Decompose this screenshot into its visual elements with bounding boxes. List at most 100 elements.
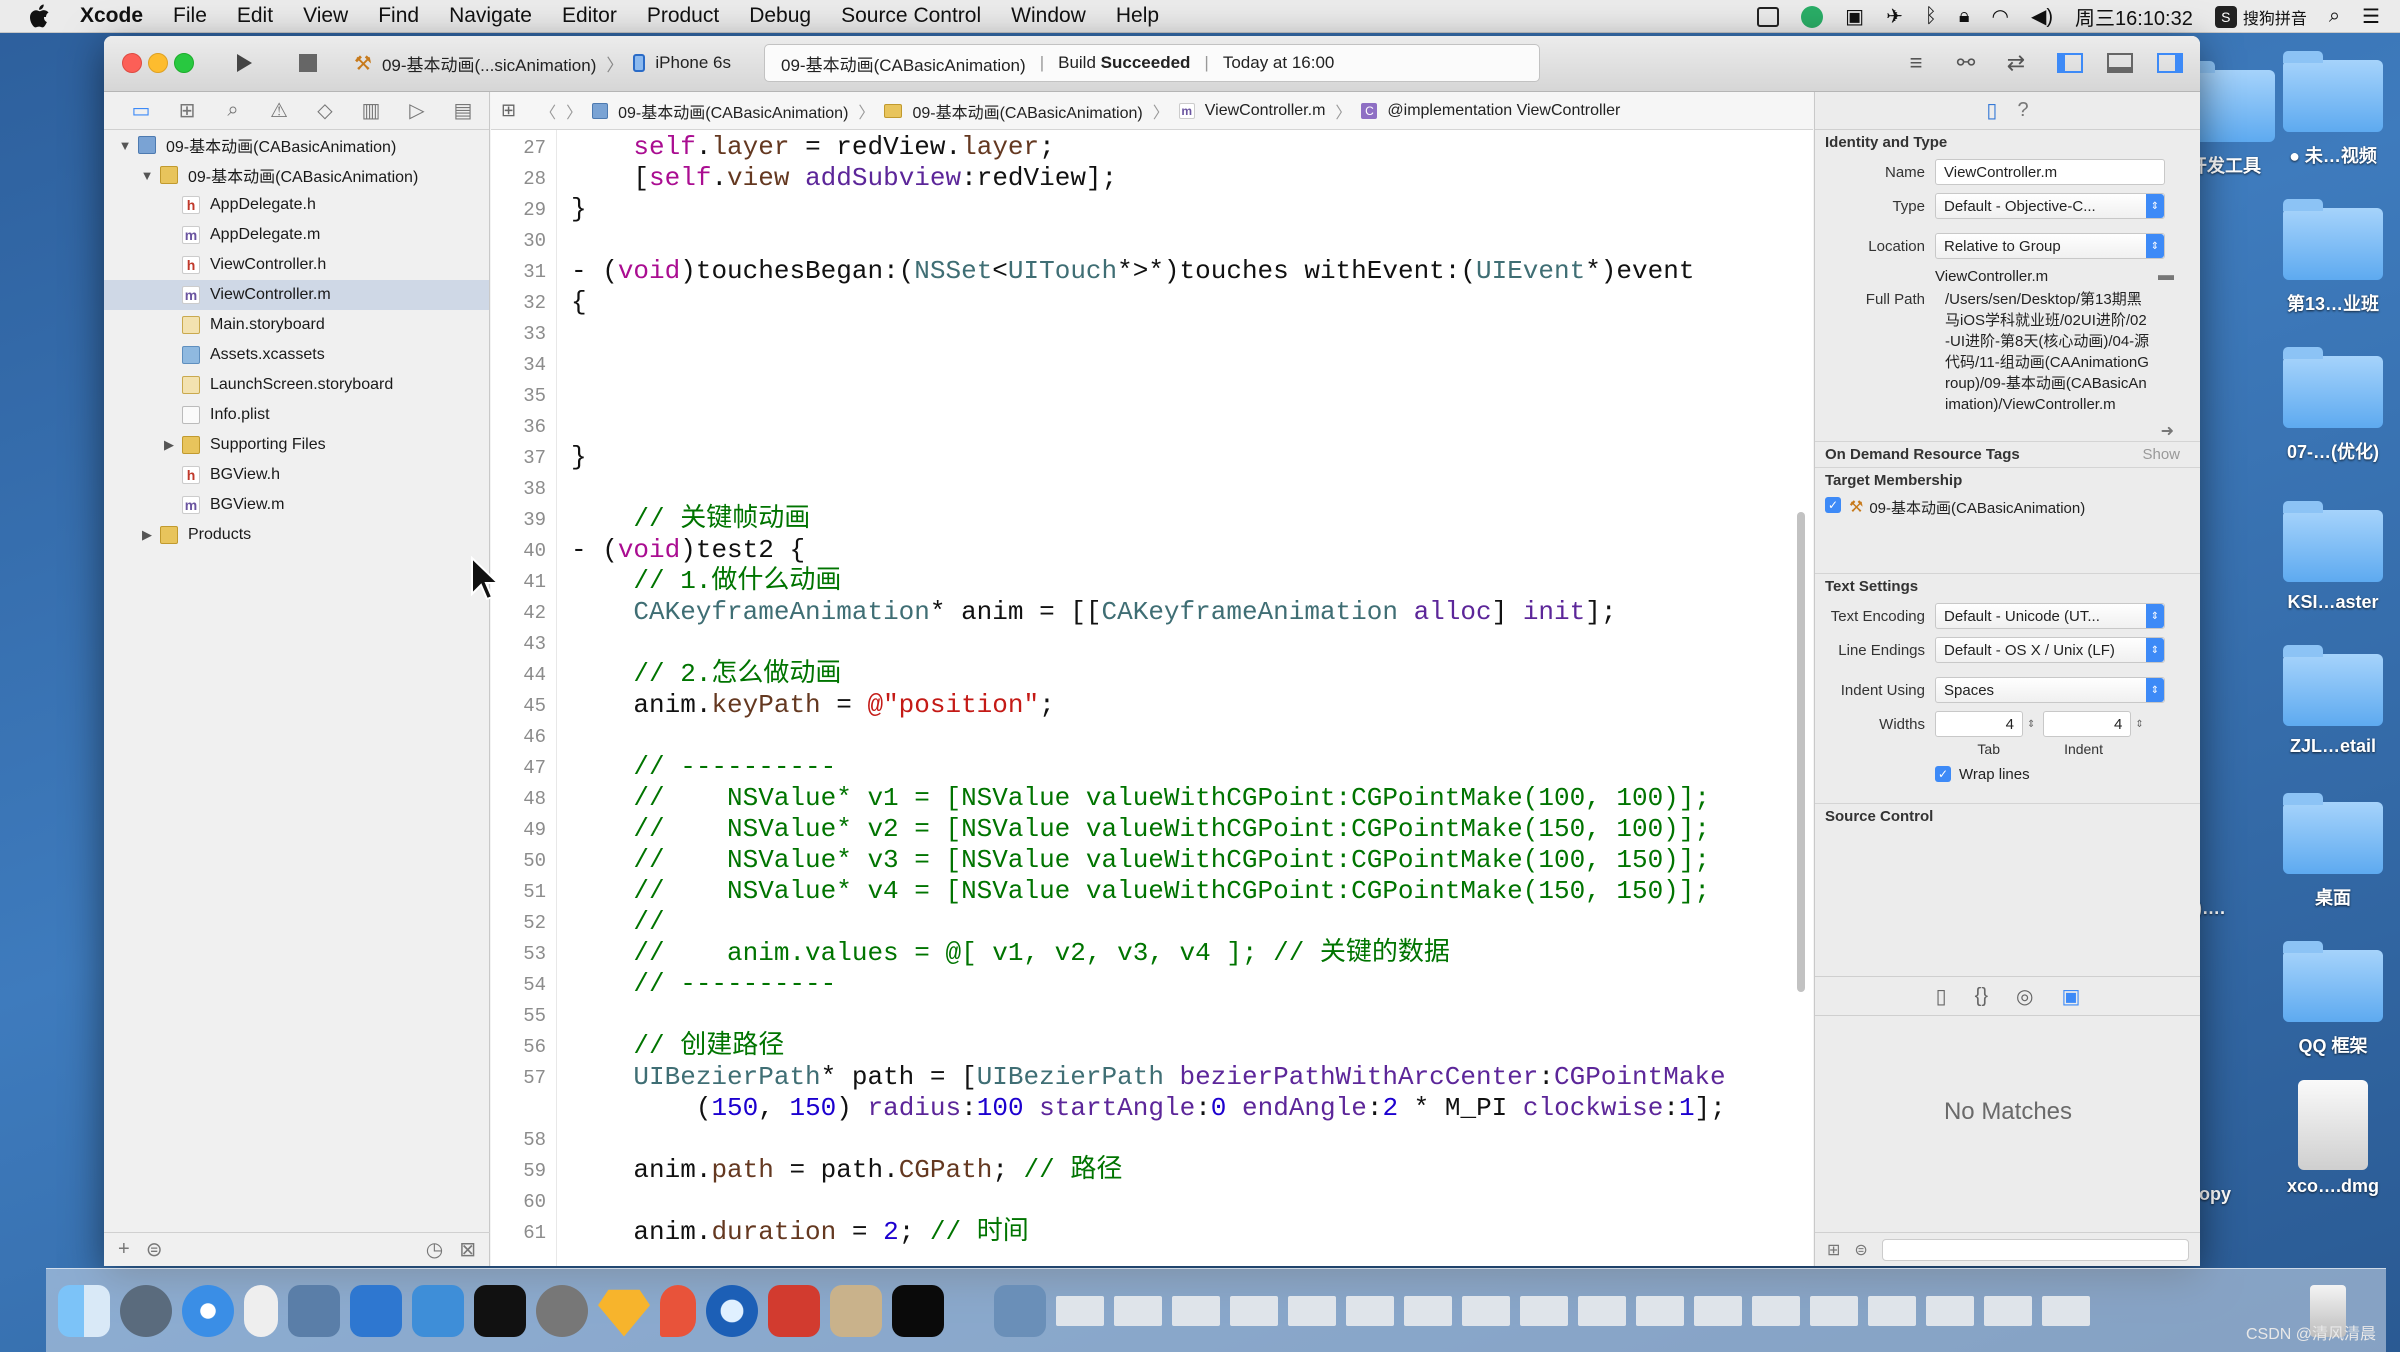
odr-show-button[interactable]: Show xyxy=(2142,446,2180,463)
minimized-window[interactable] xyxy=(1868,1295,1916,1326)
file-tree-item[interactable]: ▶ Supporting Files xyxy=(104,430,489,460)
symbol-nav-icon[interactable]: ⊞ xyxy=(172,98,202,123)
pixelmator-icon[interactable] xyxy=(660,1284,696,1337)
minimized-window[interactable] xyxy=(1636,1295,1684,1326)
wechat-icon[interactable] xyxy=(1801,5,1824,28)
menu-view[interactable]: View xyxy=(303,4,348,28)
menu-source-control[interactable]: Source Control xyxy=(841,4,981,28)
type-popup[interactable]: Default - Objective-C... ⇕ xyxy=(1935,193,2165,219)
code-snippet-icon[interactable]: {} xyxy=(1975,985,1988,1008)
clock-text[interactable]: 周三16:10:32 xyxy=(2075,2,2193,31)
object-library-icon[interactable]: ◎ xyxy=(2016,984,2033,1009)
spotlight-icon[interactable]: ⌕ xyxy=(2329,5,2340,28)
quicktime-icon[interactable] xyxy=(706,1284,758,1337)
editor-scrollbar[interactable] xyxy=(1797,512,1805,992)
jump-crumb-symbol[interactable]: @implementation ViewController xyxy=(1387,102,1620,120)
indent-using-popup[interactable]: Spaces ⇕ xyxy=(1935,677,2165,703)
minimized-window[interactable] xyxy=(1346,1295,1394,1326)
console-icon[interactable] xyxy=(892,1284,944,1337)
minimized-window[interactable] xyxy=(1810,1295,1858,1326)
file-tree-item[interactable]: Assets.xcassets xyxy=(104,340,489,370)
scm-filter-icon[interactable]: ⊠ xyxy=(459,1237,476,1262)
bluetooth-icon[interactable]: ᛒ xyxy=(1925,5,1937,28)
disclosure-closed-icon[interactable]: ▶ xyxy=(162,437,176,453)
plane-icon[interactable]: ✈ xyxy=(1886,4,1903,29)
file-tree-item[interactable]: ▶ Products xyxy=(104,520,489,550)
indent-stepper-icon[interactable]: ⇕ xyxy=(2135,719,2143,730)
scheme-selector[interactable]: ⚒ 09-基本动画(...sicAnimation) 〉 iPhone 6s xyxy=(354,45,731,81)
reveal-arrow-icon[interactable]: ➜ xyxy=(2161,421,2174,441)
close-window-button[interactable] xyxy=(122,53,142,73)
desktop-icon-folder[interactable]: ● 未…视频 xyxy=(2258,51,2400,168)
camera-icon[interactable]: ▣ xyxy=(1845,4,1864,29)
sketch-icon[interactable] xyxy=(598,1289,650,1337)
minimized-window[interactable] xyxy=(1926,1295,1974,1326)
jump-crumb-project[interactable]: 09-基本动画(CABasicAnimation) xyxy=(618,99,848,123)
navigator-toggle-icon[interactable] xyxy=(2048,46,2092,80)
teamviewer-icon[interactable] xyxy=(768,1284,820,1337)
file-tree-item[interactable]: h BGView.h xyxy=(104,460,489,490)
tab-stepper-icon[interactable]: ⇕ xyxy=(2027,719,2035,730)
minimized-window[interactable] xyxy=(1404,1295,1452,1326)
zoom-window-button[interactable] xyxy=(174,53,194,73)
file-tree-item[interactable]: Main.storyboard xyxy=(104,310,489,340)
file-tree-item[interactable]: LaunchScreen.storyboard xyxy=(104,370,489,400)
folder-reveal-icon[interactable]: ▬ xyxy=(2158,267,2174,285)
jump-crumb-file[interactable]: ViewController.m xyxy=(1205,102,1326,120)
notification-center-icon[interactable]: ☰ xyxy=(2362,4,2380,29)
terminal-icon[interactable] xyxy=(474,1284,526,1337)
filter-icon[interactable]: ⊜ xyxy=(1854,1240,1867,1260)
minimized-window[interactable] xyxy=(1462,1295,1510,1326)
name-field[interactable]: ViewController.m xyxy=(1935,159,2165,185)
screen-share-icon[interactable] xyxy=(1757,6,1780,27)
instruments-icon[interactable] xyxy=(412,1284,464,1337)
disclosure-open-icon[interactable]: ▼ xyxy=(118,138,132,153)
debug-area-toggle-icon[interactable] xyxy=(2098,46,2142,80)
minimized-window[interactable] xyxy=(1520,1295,1568,1326)
debug-nav-icon[interactable]: ▥ xyxy=(356,98,386,123)
minimized-window[interactable] xyxy=(1172,1295,1220,1326)
minimized-window[interactable] xyxy=(1984,1295,2032,1326)
notes-icon[interactable] xyxy=(830,1284,882,1337)
menu-debug[interactable]: Debug xyxy=(749,4,811,28)
library-filter-field[interactable] xyxy=(1881,1238,2189,1261)
grid-view-icon[interactable]: ⊞ xyxy=(1827,1240,1840,1260)
folder-nav-icon[interactable]: ▭ xyxy=(126,98,156,123)
finder-icon[interactable] xyxy=(58,1284,110,1337)
location-popup[interactable]: Relative to Group ⇕ xyxy=(1935,233,2165,259)
file-tree-item[interactable]: m ViewController.m xyxy=(104,280,489,310)
file-tree-item[interactable]: m AppDelegate.m xyxy=(104,220,489,250)
jump-crumb-group[interactable]: 09-基本动画(CABasicAnimation) xyxy=(912,99,1142,123)
menu-file[interactable]: File xyxy=(173,4,207,28)
file-tree-item[interactable]: h ViewController.h xyxy=(104,250,489,280)
target-checkbox[interactable]: ✓ xyxy=(1825,497,1841,513)
minimized-window[interactable] xyxy=(1578,1295,1626,1326)
desktop-icon-folder[interactable]: 07-…(优化) xyxy=(2258,347,2400,464)
recent-files-icon[interactable]: ◷ xyxy=(426,1237,443,1262)
lock-icon[interactable]: 🔒︎ xyxy=(1959,5,1970,28)
line-endings-popup[interactable]: Default - OS X / Unix (LF) ⇕ xyxy=(1935,637,2165,663)
file-tree-item[interactable]: ▼ 09-基本动画(CABasicAnimation) xyxy=(104,130,489,160)
file-tree-item[interactable]: ▼ 09-基本动画(CABasicAnimation) xyxy=(104,160,489,190)
encoding-popup[interactable]: Default - Unicode (UT... ⇕ xyxy=(1935,603,2165,629)
utilities-toggle-icon[interactable] xyxy=(2148,46,2192,80)
related-items-icon[interactable]: ⊞ xyxy=(501,100,516,121)
media-library-icon[interactable]: ▣ xyxy=(2061,984,2080,1009)
file-tree-item[interactable]: m BGView.m xyxy=(104,490,489,520)
forward-button[interactable]: 〉 xyxy=(566,99,582,123)
volume-icon[interactable]: ◀) xyxy=(2031,4,2053,29)
minimized-window[interactable] xyxy=(1230,1295,1278,1326)
filter-icon[interactable]: ⊜ xyxy=(146,1237,163,1262)
safari-icon[interactable] xyxy=(182,1284,234,1337)
tab-width-field[interactable]: 4 xyxy=(1935,711,2023,737)
menu-edit[interactable]: Edit xyxy=(237,4,273,28)
menu-app[interactable]: Xcode xyxy=(80,4,143,28)
menu-window[interactable]: Window xyxy=(1011,4,1086,28)
file-template-icon[interactable]: ▯ xyxy=(1936,984,1947,1009)
issue-nav-icon[interactable]: ⚠ xyxy=(264,98,294,123)
quick-help-icon[interactable]: ? xyxy=(2017,99,2028,122)
minimize-window-button[interactable] xyxy=(148,53,168,73)
breakpoint-nav-icon[interactable]: ▷ xyxy=(402,98,432,123)
desktop-icon-folder[interactable]: 桌面 xyxy=(2258,793,2400,910)
menu-help[interactable]: Help xyxy=(1116,4,1159,28)
